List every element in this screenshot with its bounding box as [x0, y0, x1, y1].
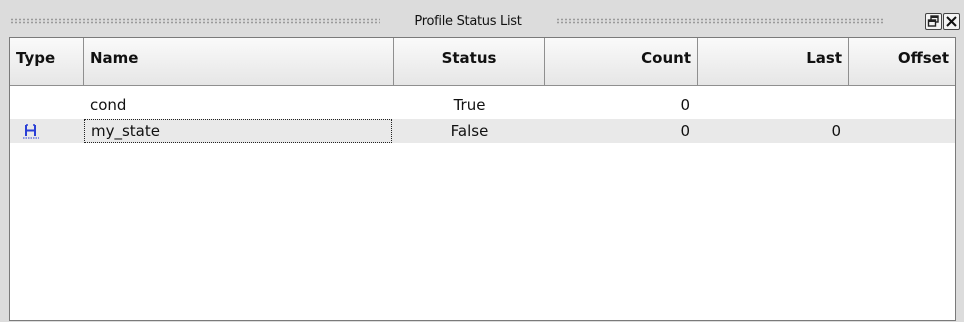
- profile-status-list[interactable]: Type Name Status Count Last Offset cond …: [9, 37, 956, 321]
- column-header-name[interactable]: Name: [84, 38, 394, 86]
- name-cell: my_state: [84, 119, 392, 143]
- column-header-status[interactable]: Status: [394, 38, 545, 86]
- column-header-count[interactable]: Count: [545, 38, 698, 86]
- float-window-icon: [926, 14, 941, 29]
- state-icon: [20, 123, 42, 143]
- title-grip-left[interactable]: [10, 18, 380, 24]
- table-row[interactable]: my_state False 0 0: [10, 119, 955, 143]
- title-grip-right[interactable]: [556, 18, 884, 24]
- table-row[interactable]: cond True 0: [10, 93, 955, 117]
- offset-cell: [849, 93, 955, 117]
- offset-cell: [849, 119, 955, 143]
- name-cell: cond: [90, 96, 127, 114]
- status-cell: False: [450, 122, 489, 140]
- column-header-type[interactable]: Type: [10, 38, 84, 86]
- window-title: Profile Status List: [414, 14, 522, 29]
- dock-title-bar[interactable]: Profile Status List: [0, 10, 964, 36]
- type-cell: [10, 119, 84, 143]
- count-cell: 0: [680, 96, 690, 114]
- close-button[interactable]: [943, 13, 960, 30]
- column-header-last[interactable]: Last: [698, 38, 849, 86]
- last-cell: [698, 93, 849, 117]
- list-header: Type Name Status Count Last Offset: [10, 38, 955, 88]
- last-cell: 0: [831, 122, 841, 140]
- float-button[interactable]: [925, 13, 942, 30]
- column-header-offset[interactable]: Offset: [849, 38, 955, 86]
- close-icon: [944, 14, 959, 29]
- status-cell: True: [453, 96, 486, 114]
- count-cell: 0: [680, 122, 690, 140]
- type-cell: [10, 93, 84, 117]
